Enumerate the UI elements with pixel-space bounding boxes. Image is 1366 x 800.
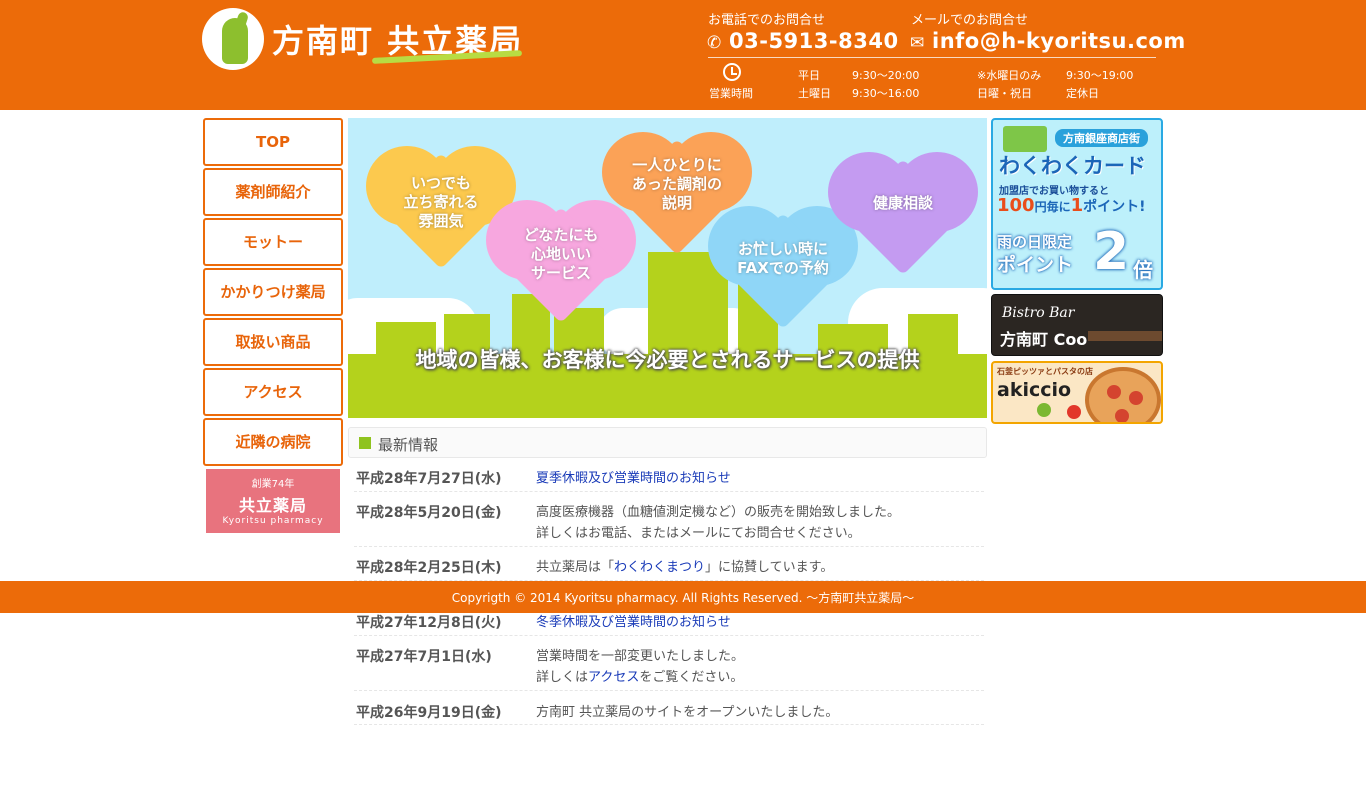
hours-time: 9:30〜20:00 (852, 69, 920, 82)
news-title: 最新情報 (378, 436, 439, 454)
news-date: 平成28年2月25日(木) (356, 560, 502, 576)
news-line: 詳しくはお電話、またはメールにてお問合せください。 (536, 526, 861, 541)
news-text: 営業時間を一部変更いたしました。 詳しくはアクセスをご覧ください。 (536, 646, 744, 688)
banner-line1: Bistro Bar (1002, 305, 1075, 321)
copyright-text: Copyrigth © 2014 Kyoritsu pharmacy. All … (451, 591, 915, 605)
banner-title: わくわくカード (999, 154, 1146, 178)
news-text: 共立薬局は「わくわくまつり」に協賛しています。 (536, 560, 834, 575)
banner-rain-text: 雨の日限定 ポイント (997, 233, 1074, 276)
news-header: 最新情報 (348, 427, 987, 458)
bistro-coo-banner[interactable]: Bistro Bar 方南町 Coo (991, 294, 1163, 356)
phone-number[interactable]: ✆ 03-5913-8340 (707, 29, 899, 53)
news-item: 平成27年7月1日(水) 営業時間を一部変更いたしました。 詳しくはアクセスをご… (354, 646, 984, 691)
banner-double: 2 (1093, 222, 1130, 282)
banner-line2: akiccio (997, 379, 1072, 401)
hours-time: 9:30〜16:00 (852, 87, 920, 100)
mail-icon: ✉ (910, 33, 925, 53)
hours-day: 日曜・祝日 (977, 87, 1032, 100)
site-footer: Copyrigth © 2014 Kyoritsu pharmacy. All … (0, 581, 1366, 613)
badge-line1: 創業74年 (251, 479, 295, 490)
hours-time: 定休日 (1066, 87, 1099, 100)
heart-label: 一人ひとりに あった調剤の 説明 (631, 156, 722, 212)
founded-badge: 創業74年 共立薬局 Kyoritsu pharmacy (206, 469, 340, 533)
news-text: 夏季休暇及び営業時間のお知らせ (536, 468, 731, 489)
news-date: 平成27年12月8日(火) (356, 615, 502, 631)
hours-day: ※水曜日のみ (977, 69, 1042, 82)
rabbit-logo-icon (202, 8, 264, 70)
phone-icon: ✆ (707, 33, 722, 53)
mail-label: メールでのお問合せ (911, 13, 1029, 28)
news-line: 営業時間を一部変更いたしました。 (536, 649, 745, 664)
banner-line1: 石釜ピッツァとパスタの店 (997, 367, 1093, 376)
news-item: 平成28年2月25日(木) 共立薬局は「わくわくまつり」に協賛しています。 (354, 557, 984, 581)
news-text: 高度医療機器（血糖値測定機など）の販売を開始致しました。 詳しくはお電話、または… (536, 502, 900, 544)
news-text: 冬季休暇及び営業時間のお知らせ (536, 612, 731, 633)
news-item: 平成28年7月27日(水) 夏季休暇及び営業時間のお知らせ (354, 468, 984, 492)
hero-banner: いつでも 立ち寄れる 雰囲気 どなたにも 心地いい サービス 一人ひとりに あっ… (348, 118, 987, 418)
banner-line2: 方南町 Coo (1000, 330, 1088, 349)
hours-day: 平日 (798, 69, 820, 82)
news-date: 平成28年5月20日(金) (356, 505, 502, 521)
hours-time: 9:30〜19:00 (1066, 69, 1134, 82)
clock-icon (723, 63, 741, 81)
feature-heart: 健康相談 (828, 152, 978, 275)
news-text: 方南町 共立薬局のサイトをオープンいたしました。 (536, 705, 839, 720)
news-item: 平成27年12月8日(火) 冬季休暇及び営業時間のお知らせ (354, 612, 984, 636)
bar-counter-decoration (1088, 331, 1162, 341)
hours-title: 営業時間 (709, 87, 753, 100)
news-item: 平成26年9月19日(金) 方南町 共立薬局のサイトをオープンいたしました。 (354, 702, 984, 725)
vegetable-icon (1037, 403, 1051, 417)
banner-tag: 方南銀座商店街 (1055, 129, 1148, 147)
news-date: 平成26年9月19日(金) (356, 705, 502, 721)
news-date: 平成28年7月27日(水) (356, 471, 502, 487)
banner-points: 100円毎に1ポイント! (997, 195, 1146, 216)
header-divider (708, 57, 1156, 58)
hours-day: 土曜日 (798, 87, 831, 100)
badge-line3: Kyoritsu pharmacy (222, 516, 324, 526)
card-icon (1003, 126, 1047, 152)
news-link[interactable]: 夏季休暇及び営業時間のお知らせ (536, 471, 731, 486)
site-header: 方南町 共立薬局 お電話でのお問合せ ✆ 03-5913-8340 メールでのお問… (0, 0, 1366, 110)
nav-item-pharmacists[interactable]: 薬剤師紹介 (203, 168, 343, 216)
pizza-icon (1085, 367, 1161, 422)
nav-item-family-pharmacy[interactable]: かかりつけ薬局 (203, 268, 343, 316)
banner-double-suffix: 倍 (1133, 258, 1153, 282)
news-item: 平成28年5月20日(金) 高度医療機器（血糖値測定機など）の販売を開始致しまし… (354, 502, 984, 547)
nav-item-access[interactable]: アクセス (203, 368, 343, 416)
akiccio-banner[interactable]: 石釜ピッツァとパスタの店 akiccio (991, 361, 1163, 424)
news-link[interactable]: わくわくまつり (614, 560, 705, 575)
news-date: 平成27年7月1日(水) (356, 649, 492, 665)
nav-item-products[interactable]: 取扱い商品 (203, 318, 343, 366)
nav-item-top[interactable]: TOP (203, 118, 343, 166)
phone-label: お電話でのお問合せ (708, 13, 826, 28)
news-line: 高度医療機器（血糖値測定機など）の販売を開始致しました。 (536, 505, 901, 520)
nav-item-motto[interactable]: モットー (203, 218, 343, 266)
email-link[interactable]: ✉ info@h-kyoritsu.com (910, 29, 1186, 53)
news-line: 詳しくはアクセスをご覧ください。 (536, 670, 744, 685)
main-nav: TOP 薬剤師紹介 モットー かかりつけ薬局 取扱い商品 アクセス 近隣の病院 (203, 118, 343, 468)
badge-line2: 共立薬局 (238, 496, 307, 515)
news-link[interactable]: 冬季休暇及び営業時間のお知らせ (536, 615, 731, 630)
square-bullet-icon (359, 437, 371, 449)
news-link[interactable]: アクセス (588, 670, 639, 685)
hero-tagline: 地域の皆様、お客様に今必要とされるサービスの提供 (415, 348, 920, 372)
wakuwaku-card-banner[interactable]: 方南銀座商店街 わくわくカード 加盟店でお買い物すると 100円毎に1ポイント!… (991, 118, 1163, 290)
nav-item-hospitals[interactable]: 近隣の病院 (203, 418, 343, 466)
site-logo[interactable]: 方南町 共立薬局 (202, 6, 532, 70)
heart-label: 健康相談 (872, 194, 933, 212)
